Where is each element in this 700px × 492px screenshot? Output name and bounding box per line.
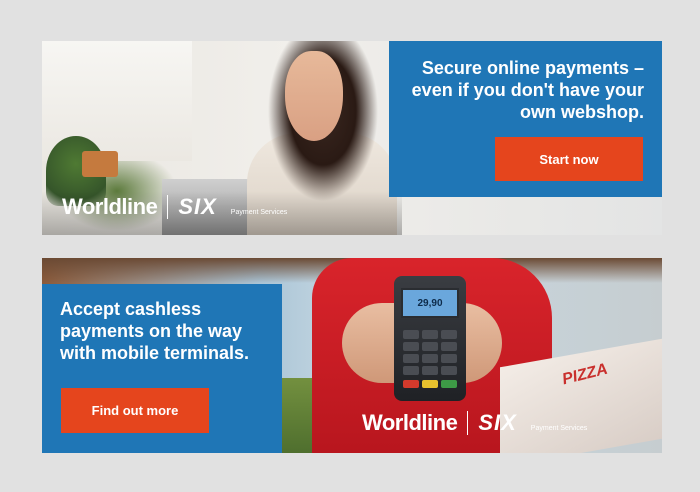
worldline-six-logo: Worldline SIX Payment Services: [62, 192, 287, 222]
six-wordmark: SIX: [478, 410, 517, 435]
banner-headline: Accept cashless payments on the way with…: [60, 299, 250, 363]
payment-services-tagline: Payment Services: [230, 208, 288, 216]
logo-divider: [467, 411, 469, 435]
terminal-screen: 29,90: [401, 288, 459, 318]
logo-divider: [167, 195, 169, 219]
payment-terminal-image: 29,90: [394, 276, 466, 401]
worldline-wordmark: Worldline: [62, 194, 158, 219]
six-wordmark: SIX: [178, 194, 217, 219]
find-out-more-button[interactable]: Find out more: [61, 388, 209, 433]
worldline-wordmark: Worldline: [362, 410, 458, 435]
banner-headline: Secure online payments – even if you don…: [411, 58, 644, 122]
banner-mobile-terminals[interactable]: PIZZA 29,90 Accept cashless payments on …: [42, 258, 662, 453]
start-now-button[interactable]: Start now: [495, 137, 643, 181]
banner-secure-online-payments[interactable]: Secure online payments – even if you don…: [42, 41, 662, 235]
woman-face-image: [285, 51, 343, 141]
payment-services-tagline: Payment Services: [530, 424, 588, 432]
worldline-six-logo: Worldline SIX Payment Services: [362, 408, 587, 438]
terminal-keypad: [403, 330, 457, 375]
flower-pot-image: [82, 151, 118, 177]
terminal-function-keys: [403, 380, 457, 388]
